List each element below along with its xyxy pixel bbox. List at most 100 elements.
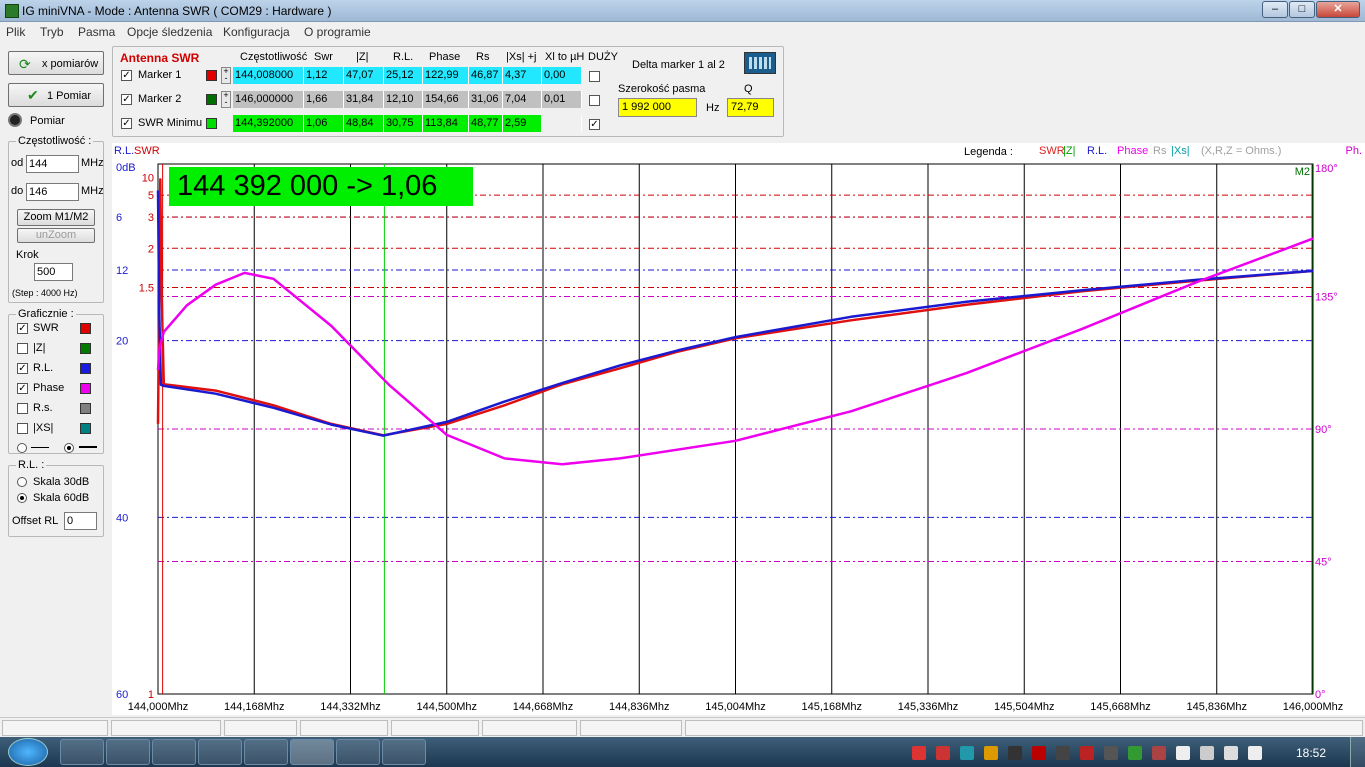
graph-checkbox[interactable]: ✓ — [17, 363, 28, 374]
menu-file[interactable]: Plik — [6, 25, 25, 39]
tray-music-icon[interactable] — [1104, 746, 1118, 760]
chart-area[interactable]: R.L. SWR Ph. SWR |Z| R.L. Phase Rs |Xs| (X,R,Z = … — [112, 143, 1365, 715]
calculator-icon[interactable] — [744, 52, 776, 74]
graph-color-swatch[interactable] — [80, 343, 91, 354]
frequency-group-title: Częstotliwość : — [16, 135, 94, 147]
big-display-checkbox[interactable]: ✓ — [589, 119, 600, 130]
phase-tick-label: 135° — [1315, 292, 1338, 304]
menu-about[interactable]: O programie — [304, 25, 371, 39]
taskbar-remote-icon[interactable] — [198, 739, 242, 765]
graph-checkbox[interactable] — [17, 423, 28, 434]
tray-antivirus-icon[interactable] — [912, 746, 926, 760]
offset-input[interactable]: 0 — [64, 512, 97, 530]
multi-measure-button[interactable]: ⟳ x pomiarów — [8, 51, 104, 75]
zoom-markers-button[interactable]: Zoom M1/M2 — [17, 209, 95, 226]
legend-item: |Xs| — [1171, 145, 1190, 157]
start-freq-input[interactable]: 144 — [26, 155, 79, 173]
marker-value-cell: 144,008000 — [233, 67, 304, 84]
tray-settings-icon[interactable] — [1008, 746, 1022, 760]
menu-tracking[interactable]: Opcje śledzenia — [127, 25, 212, 39]
marker-option-checkbox[interactable] — [589, 95, 600, 106]
legend-item: Phase — [1117, 145, 1148, 157]
scale30-radio[interactable] — [17, 477, 27, 487]
x-tick-label: 145,004Mhz — [705, 701, 766, 713]
to-label: do — [11, 185, 24, 197]
tray-ati-icon[interactable] — [1032, 746, 1046, 760]
marker-value-cell: 48,77 — [469, 115, 503, 132]
marker-color-swatch[interactable] — [206, 70, 217, 81]
marker-option-checkbox[interactable] — [589, 71, 600, 82]
graph-color-swatch[interactable] — [80, 383, 91, 394]
menu-config[interactable]: Konfiguracja — [223, 25, 290, 39]
tray-flag-icon[interactable] — [1176, 746, 1190, 760]
marker-value-cell: 31,84 — [344, 91, 384, 108]
taskbar-explorer-icon[interactable] — [336, 739, 380, 765]
x-tick-label: 145,504Mhz — [994, 701, 1055, 713]
marker-step-spinner[interactable]: + - — [221, 67, 231, 84]
tray-wifi-icon[interactable] — [1128, 746, 1142, 760]
show-desktop-button[interactable] — [1350, 737, 1365, 767]
marker-enable-checkbox[interactable]: ✓ — [121, 94, 132, 105]
taskbar-firefox-icon[interactable] — [60, 739, 104, 765]
single-measure-button[interactable]: ✔ 1 Pomiar — [8, 83, 104, 107]
thin-line-radio[interactable] — [17, 443, 27, 453]
thick-line-radio[interactable] — [64, 443, 74, 453]
step-input[interactable]: 500 — [34, 263, 73, 281]
tray-sync-icon[interactable] — [1080, 746, 1094, 760]
graph-checkbox[interactable] — [17, 403, 28, 414]
marker-name: Marker 2 — [138, 93, 182, 105]
graph-label: SWR — [33, 322, 59, 334]
x-tick-label: 144,000Mhz — [128, 701, 189, 713]
tray-bug-icon[interactable] — [1152, 746, 1166, 760]
scale60-radio[interactable] — [17, 493, 27, 503]
legend-label: Legenda : — [964, 146, 1013, 158]
measure-status-label: Pomiar — [30, 115, 65, 127]
tray-q-icon[interactable] — [960, 746, 974, 760]
taskbar-minivna-icon[interactable] — [290, 739, 334, 765]
taskbar-window-icon[interactable] — [382, 739, 426, 765]
marker-value-cell: 2,59 — [503, 115, 542, 132]
marker-color-swatch[interactable] — [206, 94, 217, 105]
taskbar-save-icon[interactable] — [106, 739, 150, 765]
marker-value-cell: 0,00 — [542, 67, 582, 84]
maximize-button[interactable]: □ — [1289, 1, 1315, 18]
graph-checkbox[interactable] — [17, 343, 28, 354]
graph-checkbox[interactable]: ✓ — [17, 383, 28, 394]
clock[interactable]: 18:52 — [1296, 746, 1326, 760]
tray-shield-icon[interactable] — [984, 746, 998, 760]
measure-indicator-icon — [8, 113, 22, 127]
tray-volume-icon[interactable] — [1248, 746, 1262, 760]
close-button[interactable]: ✕ — [1316, 1, 1360, 18]
tray-hd-icon[interactable] — [936, 746, 950, 760]
stop-freq-input[interactable]: 146 — [26, 183, 79, 201]
graph-color-swatch[interactable] — [80, 323, 91, 334]
menu-bands[interactable]: Pasma — [78, 25, 115, 39]
rl-tick-label: 20 — [116, 336, 128, 348]
marker-enable-checkbox[interactable]: ✓ — [121, 118, 132, 129]
taskbar-ie-icon[interactable] — [152, 739, 196, 765]
menu-mode[interactable]: Tryb — [40, 25, 64, 39]
swr-tick-label: 1 — [148, 689, 154, 701]
graph-color-swatch[interactable] — [80, 403, 91, 414]
marker-value-cell: 48,84 — [344, 115, 384, 132]
marker-enable-checkbox[interactable]: ✓ — [121, 70, 132, 81]
tray-media-icon[interactable] — [1056, 746, 1070, 760]
mode-title: Antenna SWR — [120, 51, 200, 65]
readout-text: 144 392 000 -> 1,06 — [177, 170, 438, 202]
marker-color-swatch[interactable] — [206, 118, 217, 129]
tray-power-icon[interactable] — [1200, 746, 1214, 760]
legend-item: SWR — [1039, 145, 1065, 157]
title-bar: IG miniVNA - Mode : Antenna SWR ( COM29 … — [0, 0, 1365, 22]
marker-value-cell: 31,06 — [469, 91, 503, 108]
start-button[interactable] — [8, 738, 48, 766]
taskbar-network-icon[interactable] — [244, 739, 288, 765]
bandwidth-label: Szerokość pasma — [618, 83, 706, 95]
unzoom-button[interactable]: unZoom — [17, 228, 95, 243]
graph-label: R.L. — [33, 362, 54, 374]
graph-color-swatch[interactable] — [80, 363, 91, 374]
minimize-button[interactable]: – — [1262, 1, 1288, 18]
tray-signal-icon[interactable] — [1224, 746, 1238, 760]
graph-checkbox[interactable]: ✓ — [17, 323, 28, 334]
graph-color-swatch[interactable] — [80, 423, 91, 434]
marker-step-spinner[interactable]: + - — [221, 91, 231, 108]
